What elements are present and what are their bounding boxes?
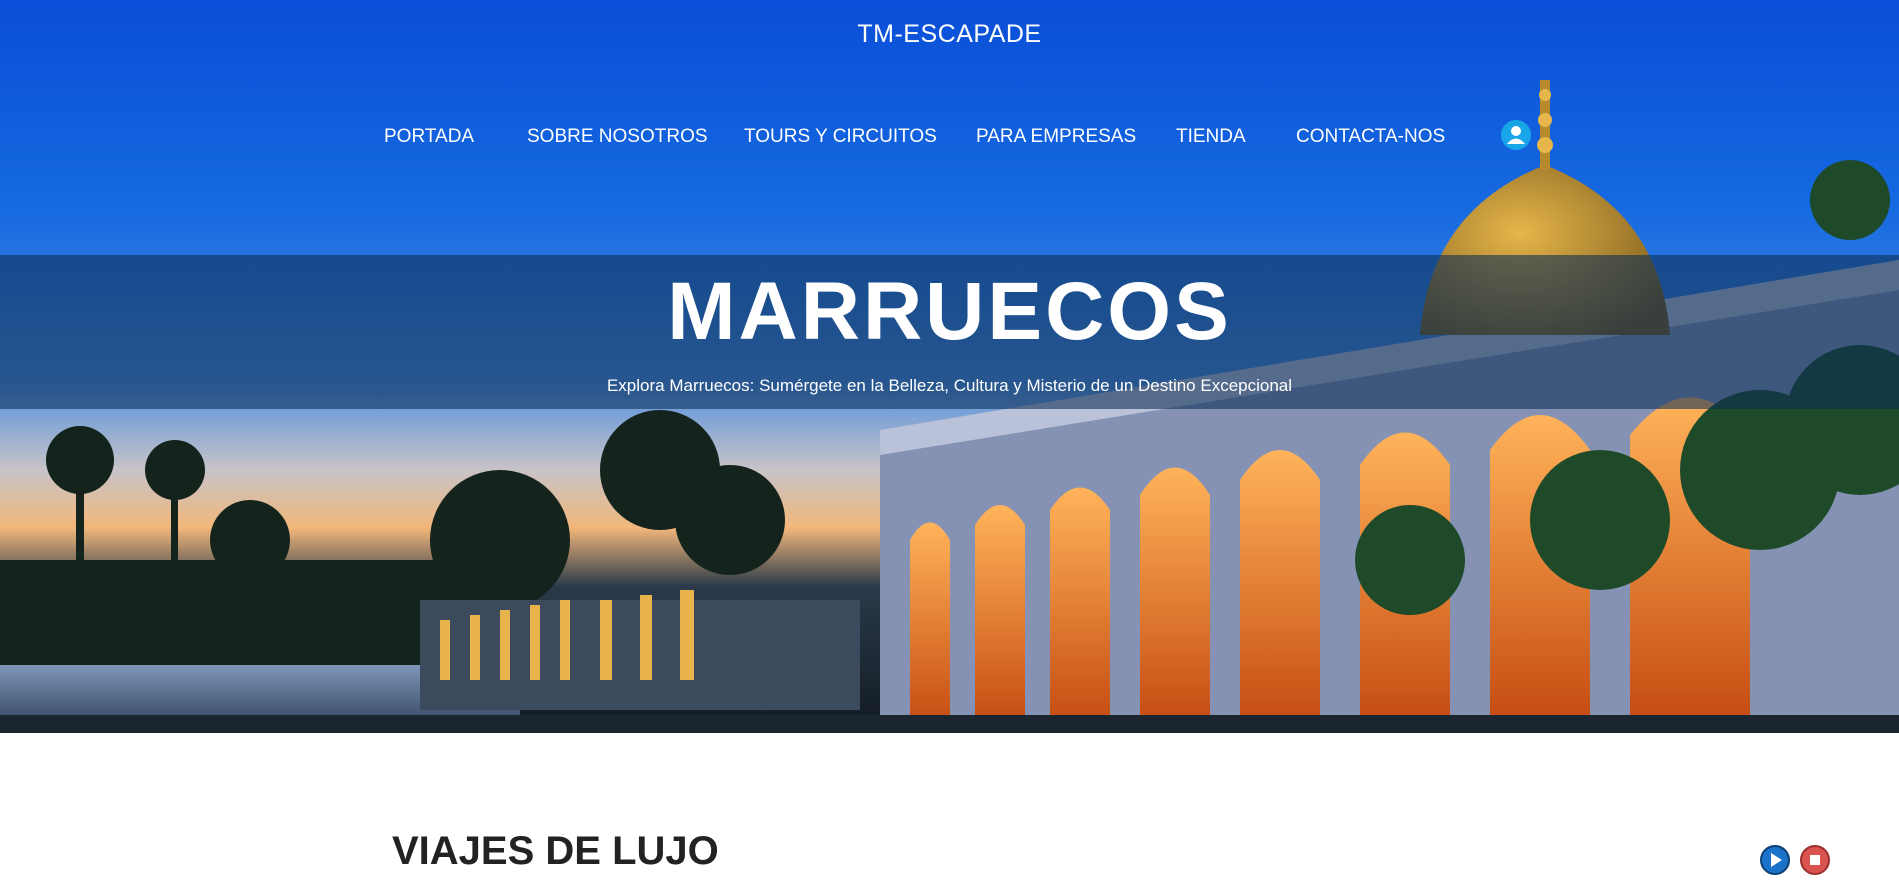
hero-section: TM-ESCAPADE PORTADA SOBRE NOSOTROS TOURS… — [0, 0, 1899, 733]
section-title: VIAJES DE LUJO — [392, 829, 719, 873]
user-icon[interactable] — [1501, 120, 1531, 150]
play-icon — [1760, 845, 1790, 875]
hero-subtitle: Explora Marruecos: Sumérgete en la Belle… — [606, 376, 1293, 395]
nav-item-contacta-nos[interactable]: CONTACTA-NOS — [1296, 126, 1445, 148]
nav-item-sobre-nosotros[interactable]: SOBRE NOSOTROS — [527, 126, 708, 148]
site-title[interactable]: TM-ESCAPADE — [0, 20, 1899, 49]
play-button[interactable] — [1760, 845, 1790, 875]
main-nav: PORTADA SOBRE NOSOTROS TOURS Y CIRCUITOS… — [0, 126, 1899, 150]
nav-item-tienda[interactable]: TIENDA — [1176, 126, 1246, 148]
stop-icon — [1800, 845, 1830, 875]
nav-item-tours-y-circuitos[interactable]: TOURS Y CIRCUITOS — [744, 126, 937, 148]
hero-title: MARRUECOS — [667, 266, 1232, 357]
nav-item-para-empresas[interactable]: PARA EMPRESAS — [976, 126, 1136, 148]
nav-item-portada[interactable]: PORTADA — [384, 126, 474, 148]
stop-button[interactable] — [1800, 845, 1830, 875]
hero-banner: MARRUECOS Explora Marruecos: Sumérgete e… — [0, 255, 1899, 409]
